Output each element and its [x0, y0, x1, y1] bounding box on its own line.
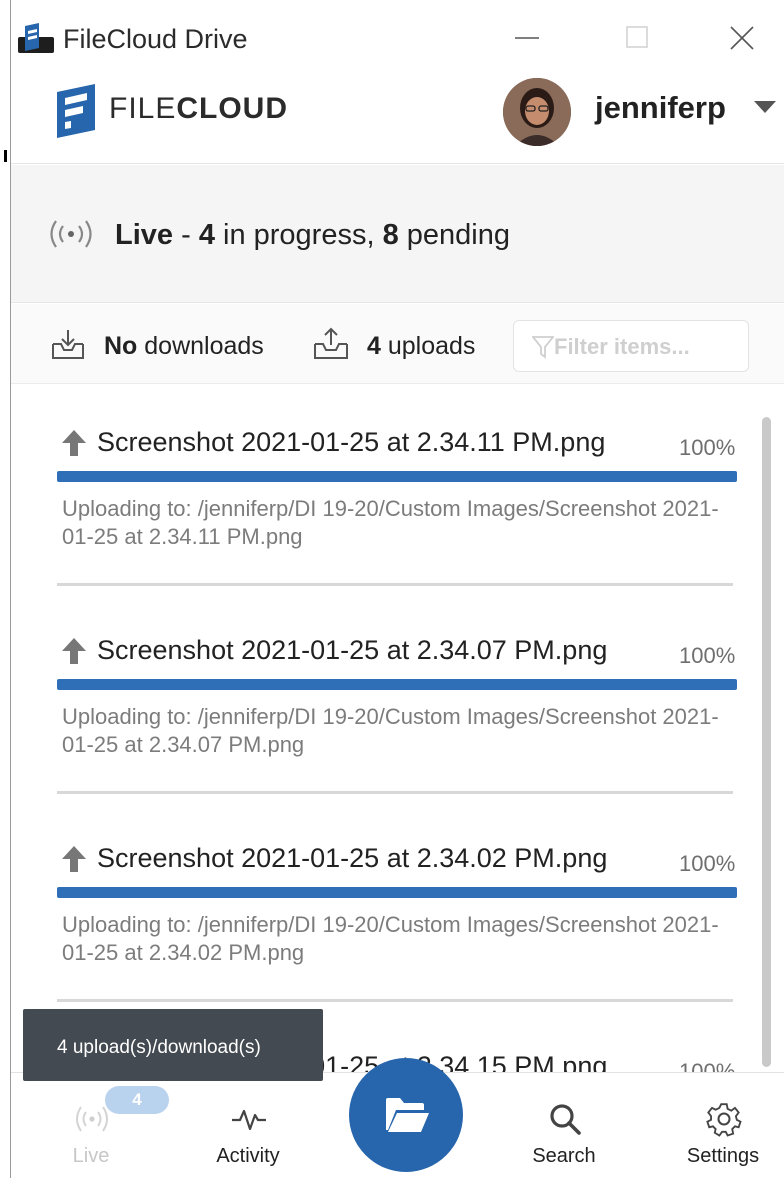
live-status-text: Live - 4 in progress, 8 pending — [115, 219, 511, 251]
nav-live-label: Live — [72, 1145, 110, 1167]
progress-bar — [57, 887, 737, 898]
live-signal-icon — [76, 1106, 108, 1132]
filter-box[interactable] — [513, 320, 749, 372]
live-signal-icon — [50, 220, 92, 248]
progress-percent: 100% — [679, 435, 736, 460]
arrow-up-icon — [62, 638, 86, 664]
transfer-filter-bar: No downloads 4 uploads — [11, 304, 784, 384]
close-button[interactable] — [713, 18, 773, 58]
uploads-toggle[interactable]: 4 uploads — [367, 332, 475, 361]
nav-settings-label: Settings — [686, 1145, 760, 1167]
item-divider — [57, 999, 733, 1002]
progress-fill — [57, 887, 737, 898]
file-name: Screenshot 2021-01-25 at 2.34.02 PM.png — [97, 843, 608, 873]
nav-search-label: Search — [532, 1145, 596, 1167]
downloads-toggle[interactable]: No downloads — [104, 332, 264, 361]
open-folder-button[interactable] — [349, 1058, 463, 1172]
user-avatar[interactable] — [503, 78, 571, 146]
file-name: Screenshot 2021-01-25 at 2.34.07 PM.png — [97, 635, 608, 665]
progress-percent: 100% — [679, 643, 736, 668]
list-item[interactable]: Screenshot 2021-01-25 at 2.34.07 PM.png … — [57, 593, 737, 794]
live-count-badge: 4 — [105, 1086, 169, 1114]
transfer-toast: 4 upload(s)/download(s) — [23, 1009, 323, 1081]
item-divider — [57, 583, 733, 586]
brand-wordmark: FILECLOUD — [109, 92, 289, 125]
destination-path: Uploading to: /jenniferp/DI 19-20/Custom… — [62, 704, 719, 757]
filecloud-logo-icon — [57, 84, 95, 138]
progress-fill — [57, 679, 737, 690]
filter-input[interactable] — [554, 331, 744, 363]
arrow-up-icon — [62, 430, 86, 456]
list-scrollbar[interactable] — [762, 417, 771, 1067]
list-item[interactable]: Screenshot 2021-01-25 at 2.34.11 PM.png … — [57, 385, 737, 586]
pulse-icon — [232, 1109, 266, 1131]
upload-tray-icon — [314, 327, 348, 359]
maximize-button[interactable] — [607, 18, 667, 58]
arrow-up-icon — [62, 846, 86, 872]
nav-settings[interactable]: Settings — [668, 1097, 778, 1167]
funnel-icon — [532, 336, 554, 359]
window-title: FileCloud Drive — [63, 24, 248, 54]
window-edge-mark — [4, 150, 7, 162]
minimize-button[interactable] — [497, 18, 557, 58]
gear-icon — [706, 1103, 742, 1137]
destination-path: Uploading to: /jenniferp/DI 19-20/Custom… — [62, 912, 719, 965]
download-tray-icon — [52, 330, 84, 359]
transfer-list[interactable]: Screenshot 2021-01-25 at 2.34.11 PM.png … — [11, 385, 784, 1075]
progress-bar — [57, 679, 737, 690]
chevron-down-icon[interactable] — [753, 100, 777, 114]
app-header: FILECLOUD jenniferp — [11, 72, 784, 164]
item-divider — [57, 791, 733, 794]
folder-open-icon — [386, 1098, 429, 1132]
nav-activity-label: Activity — [216, 1145, 280, 1167]
nav-activity[interactable]: Activity — [193, 1097, 303, 1167]
nav-search[interactable]: Search — [509, 1097, 619, 1167]
destination-path: Uploading to: /jenniferp/DI 19-20/Custom… — [62, 496, 719, 549]
live-status-bar: Live - 4 in progress, 8 pending — [11, 165, 784, 303]
filecloud-app-icon — [18, 23, 54, 53]
avatar-photo — [503, 78, 571, 146]
search-icon — [550, 1104, 581, 1135]
file-name: Screenshot 2021-01-25 at 2.34.11 PM.png — [97, 427, 606, 457]
progress-fill — [57, 471, 737, 482]
username-label[interactable]: jenniferp — [595, 90, 726, 126]
progress-bar — [57, 471, 737, 482]
filecloud-drive-window: FileCloud Drive FILECLOUD jenniferp Live… — [10, 0, 784, 1178]
title-bar: FileCloud Drive — [11, 0, 784, 72]
list-item[interactable]: Screenshot 2021-01-25 at 2.34.02 PM.png … — [57, 801, 737, 1002]
progress-percent: 100% — [679, 851, 736, 876]
